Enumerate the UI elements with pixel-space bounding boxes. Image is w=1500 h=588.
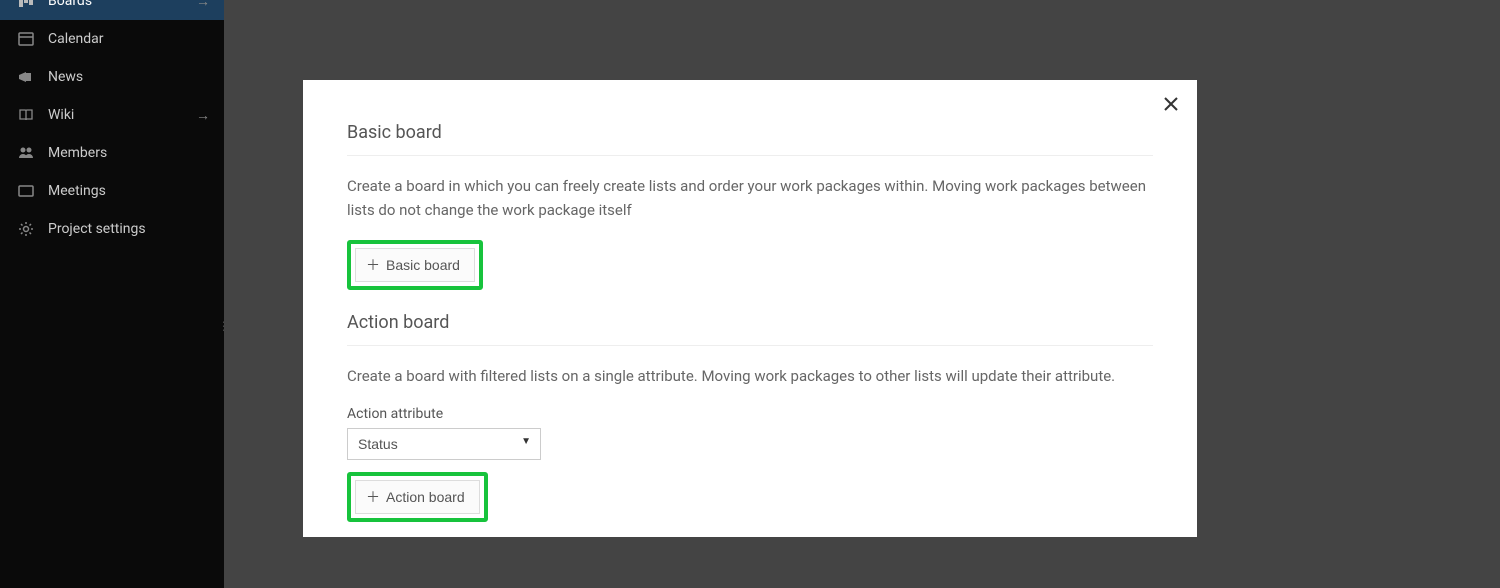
action-attribute-label: Action attribute (347, 406, 1153, 422)
close-button[interactable] (1159, 92, 1183, 116)
basic-board-highlight: ＋ Basic board (347, 240, 483, 290)
action-attribute-select-wrap: Status ▼ (347, 428, 541, 460)
settings-icon (14, 221, 38, 237)
sidebar-item-label: Project settings (48, 221, 146, 237)
create-board-modal: Basic board Create a board in which you … (303, 80, 1197, 537)
sidebar-item-label: Boards (48, 0, 92, 9)
members-icon (14, 145, 38, 161)
plus-icon: ＋ (366, 487, 380, 507)
sidebar-item-wiki[interactable]: Wiki → (0, 96, 224, 134)
sidebar-item-label: Members (48, 145, 107, 161)
create-action-board-button[interactable]: ＋ Action board (355, 480, 480, 514)
action-board-description: Create a board with filtered lists on a … (347, 364, 1153, 388)
calendar-icon (14, 31, 38, 47)
sidebar-item-label: News (48, 69, 83, 85)
sidebar-item-label: Calendar (48, 31, 104, 47)
action-board-title: Action board (347, 306, 1153, 346)
sidebar-item-members[interactable]: Members (0, 134, 224, 172)
button-label: Basic board (386, 257, 460, 273)
plus-icon: ＋ (366, 255, 380, 275)
sidebar-item-boards[interactable]: Boards → (0, 0, 224, 20)
action-attribute-select[interactable]: Status (347, 428, 541, 460)
boards-icon (14, 0, 38, 9)
meetings-icon (14, 183, 38, 199)
sidebar: Boards → Calendar News Wiki → Members Me… (0, 0, 224, 588)
basic-board-title: Basic board (347, 94, 1153, 156)
button-label: Action board (386, 489, 465, 505)
create-basic-board-button[interactable]: ＋ Basic board (355, 248, 475, 282)
sidebar-item-news[interactable]: News (0, 58, 224, 96)
sidebar-item-label: Meetings (48, 183, 106, 199)
sidebar-item-label: Wiki (48, 107, 74, 123)
arrow-right-icon: → (196, 0, 210, 10)
close-icon (1164, 97, 1178, 111)
arrow-right-icon: → (196, 107, 210, 124)
sidebar-item-meetings[interactable]: Meetings (0, 172, 224, 210)
sidebar-item-calendar[interactable]: Calendar (0, 20, 224, 58)
basic-board-description: Create a board in which you can freely c… (347, 174, 1153, 222)
sidebar-item-project-settings[interactable]: Project settings (0, 210, 224, 248)
action-board-highlight: ＋ Action board (347, 472, 488, 522)
news-icon (14, 69, 38, 85)
wiki-icon (14, 107, 38, 123)
